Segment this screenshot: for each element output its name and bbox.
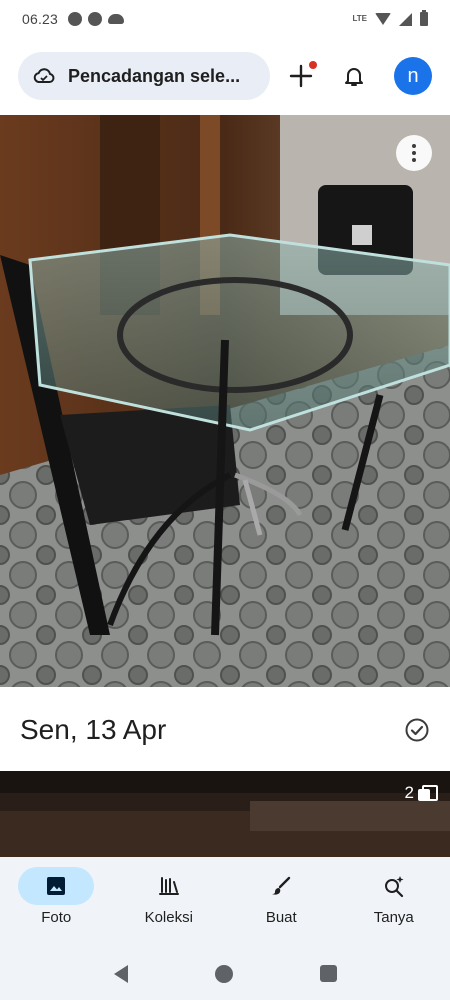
- nav-item-tanya[interactable]: Tanya: [338, 857, 450, 947]
- system-navigation-bar: [0, 947, 450, 1000]
- more-options-button[interactable]: [396, 135, 432, 171]
- status-notification-icons: [68, 12, 125, 26]
- system-recents-icon[interactable]: [319, 965, 337, 982]
- photo-image: [0, 771, 450, 857]
- bottom-navigation: Foto Koleksi Buat Tanya: [0, 857, 450, 947]
- status-system-icons: LTE: [352, 10, 428, 26]
- backup-status-label: Pencadangan sele...: [68, 65, 241, 86]
- avatar-initial: n: [407, 64, 419, 87]
- brush-icon: [272, 876, 291, 895]
- account-avatar[interactable]: n: [394, 57, 432, 95]
- library-icon: [158, 877, 179, 895]
- stack-icon: [418, 785, 438, 801]
- bell-icon: [345, 68, 363, 86]
- nav-label: Buat: [265, 909, 297, 926]
- create-button[interactable]: [288, 61, 317, 89]
- cell-signal-icon: [399, 12, 412, 26]
- date-section-header: Sen, 13 Apr: [0, 690, 450, 770]
- top-app-bar: Pencadangan sele... n: [0, 44, 450, 108]
- cloud-backup-icon: [33, 68, 55, 83]
- cloud-notification-icon: [108, 14, 125, 24]
- notifications-button[interactable]: [342, 64, 366, 88]
- burst-count-badge: 2: [404, 783, 438, 803]
- photos-app-screen: 06.23 LTE Pencadangan sele... n Sen, 13 …: [0, 0, 450, 1000]
- photo-image: [0, 115, 450, 687]
- select-all-check-icon[interactable]: [404, 717, 430, 743]
- nav-active-indicator: [18, 867, 95, 905]
- nav-label: Koleksi: [144, 909, 193, 926]
- nav-item-foto[interactable]: Foto: [0, 857, 113, 947]
- top-actions: n: [288, 57, 432, 95]
- photo-thumbnail[interactable]: [0, 115, 450, 687]
- nav-item-koleksi[interactable]: Koleksi: [113, 857, 226, 947]
- nav-item-buat[interactable]: Buat: [225, 857, 338, 947]
- nav-label: Foto: [41, 909, 72, 926]
- system-back-icon[interactable]: [113, 964, 128, 983]
- network-type-label: LTE: [352, 14, 367, 23]
- section-date: Sen, 13 Apr: [20, 714, 167, 745]
- notification-app-icon: [88, 12, 103, 26]
- status-time: 06.23: [22, 11, 59, 27]
- photo-thumbnail[interactable]: 2: [0, 771, 450, 857]
- more-vert-icon: [412, 144, 416, 148]
- notification-dot: [309, 61, 317, 69]
- status-bar: 06.23 LTE: [0, 0, 450, 38]
- wifi-icon: [375, 13, 391, 25]
- backup-status-chip[interactable]: Pencadangan sele...: [18, 52, 270, 100]
- notification-app-icon: [68, 12, 83, 26]
- battery-icon: [420, 10, 428, 26]
- sparkle-search-icon: [384, 876, 404, 898]
- system-home-icon[interactable]: [214, 964, 233, 983]
- photo-icon: [47, 877, 66, 895]
- burst-count: 2: [404, 783, 414, 802]
- nav-label: Tanya: [373, 909, 414, 926]
